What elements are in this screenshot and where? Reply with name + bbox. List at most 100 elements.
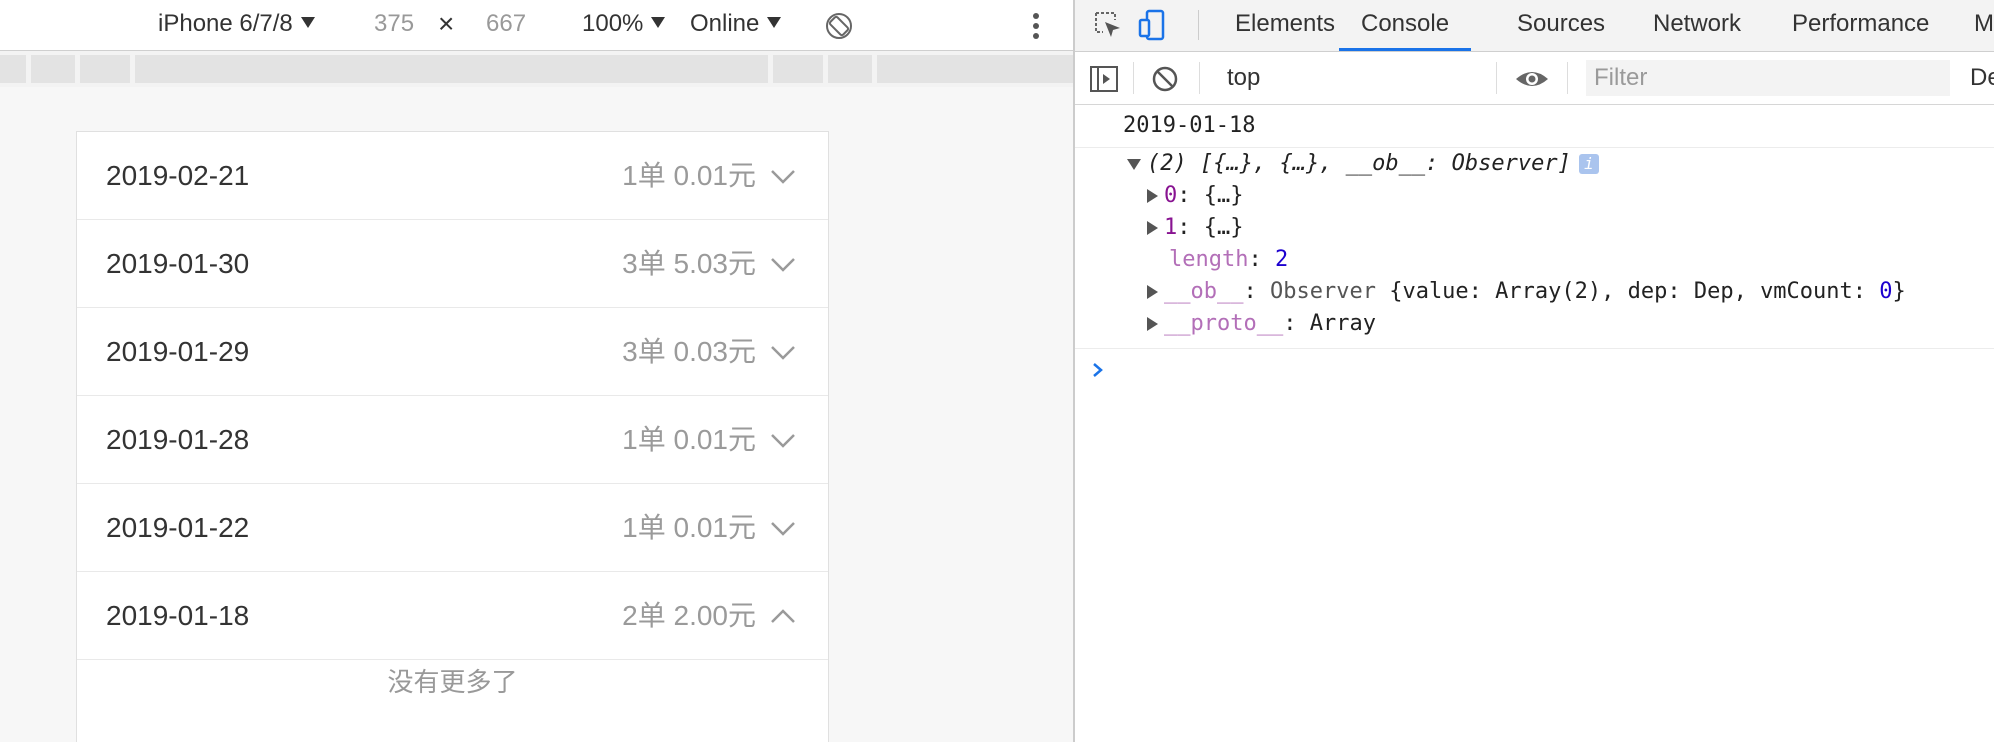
- eye-icon[interactable]: [1514, 64, 1550, 94]
- filter-input[interactable]: [1586, 60, 1950, 96]
- proto-property[interactable]: __proto__: Array: [1147, 308, 1376, 340]
- order-row[interactable]: 2019-01-22 1单 0.01元: [77, 484, 828, 572]
- device-name-label: iPhone 6/7/8: [158, 10, 293, 37]
- toolbar-separator: [1567, 62, 1568, 94]
- media-query-segment[interactable]: [877, 55, 1073, 83]
- property-key: 1: [1164, 215, 1178, 240]
- property-value-end: }: [1892, 279, 1906, 304]
- toolbar-separator: [1496, 62, 1497, 94]
- chevron-up-icon[interactable]: [770, 603, 796, 629]
- media-query-segment[interactable]: [135, 55, 768, 83]
- property-key: __ob__: [1164, 279, 1244, 304]
- order-row[interactable]: 2019-01-29 3单 0.03元: [77, 308, 828, 396]
- order-summary: 1单 0.01元: [622, 424, 756, 455]
- chevron-down-icon[interactable]: [770, 339, 796, 365]
- console-prompt[interactable]: [1075, 353, 1994, 389]
- collapsed-triangle-icon: [1147, 317, 1158, 331]
- order-date: 2019-01-18: [106, 600, 250, 631]
- devtools-tab-bar: Elements Console Sources Network Perform…: [1075, 0, 1994, 52]
- order-summary: 3单 0.03元: [622, 336, 756, 367]
- order-row[interactable]: 2019-01-28 1单 0.01元: [77, 396, 828, 484]
- no-more-text: 没有更多了: [387, 667, 518, 697]
- media-query-segment[interactable]: [773, 55, 823, 83]
- chevron-down-icon[interactable]: [770, 515, 796, 541]
- zoom-select[interactable]: 100%: [582, 0, 666, 50]
- length-property: length: 2: [1169, 247, 1289, 272]
- console-log-entry: 2019-01-18: [1075, 105, 1994, 148]
- console-toolbar: top Def: [1075, 52, 1994, 105]
- order-date: 2019-01-30: [106, 248, 250, 279]
- console-output: 2019-01-18 (2) [{…}, {…}, __ob__: Observ…: [1075, 105, 1994, 742]
- vmcount-value: 0: [1879, 279, 1893, 304]
- dimension-times-symbol: ×: [438, 8, 455, 39]
- toolbar-separator: [1133, 62, 1134, 94]
- caret-down-icon: [767, 17, 782, 29]
- collapsed-triangle-icon: [1147, 189, 1158, 203]
- device-toggle-icon[interactable]: [1137, 8, 1171, 42]
- chevron-down-icon[interactable]: [770, 163, 796, 189]
- console-log-entry: (2) [{…}, {…}, __ob__: Observer] i 0: {…}…: [1075, 148, 1994, 349]
- order-date: 2019-01-28: [106, 424, 250, 455]
- property-value: Array: [1309, 311, 1376, 336]
- array-expander[interactable]: (2) [{…}, {…}, __ob__: Observer] i: [1127, 148, 1599, 180]
- order-date: 2019-01-22: [106, 512, 250, 543]
- property-type: Observer: [1269, 279, 1376, 304]
- property-value: 2: [1274, 247, 1289, 272]
- width-input[interactable]: 375: [374, 0, 414, 50]
- chevron-down-icon[interactable]: [770, 251, 796, 277]
- devtools-panel: Elements Console Sources Network Perform…: [1075, 0, 1994, 742]
- media-query-segment[interactable]: [0, 55, 26, 83]
- tab-memory-truncated[interactable]: M: [1974, 0, 1994, 51]
- info-icon[interactable]: i: [1578, 154, 1599, 174]
- array-item-1[interactable]: 1: {…}: [1147, 212, 1244, 244]
- property-value: {…}: [1203, 183, 1244, 208]
- tab-elements[interactable]: Elements: [1235, 0, 1335, 51]
- toolbar-separator: [1199, 62, 1200, 94]
- context-select[interactable]: top: [1217, 52, 1557, 104]
- order-list: 2019-02-21 1单 0.01元 2019-01-30 3单 5.03元 2019…: [77, 132, 828, 660]
- chevron-down-icon[interactable]: [770, 427, 796, 453]
- toolbar-separator: [1198, 10, 1199, 40]
- property-key: __proto__: [1164, 311, 1284, 336]
- tab-sources[interactable]: Sources: [1517, 0, 1605, 51]
- media-query-segment[interactable]: [31, 55, 75, 83]
- property-key: 0: [1164, 183, 1178, 208]
- order-row[interactable]: 2019-01-18 2单 2.00元: [77, 572, 828, 660]
- caret-down-icon: [300, 17, 315, 29]
- collapsed-triangle-icon: [1147, 221, 1158, 235]
- device-toolbar: iPhone 6/7/8 375 × 667 100% Online: [0, 0, 1073, 51]
- height-input[interactable]: 667: [486, 0, 526, 50]
- order-summary: 1单 0.01元: [622, 512, 756, 543]
- phone-page: 2019-02-21 1单 0.01元 2019-01-30 3单 5.03元 2019…: [76, 131, 829, 742]
- order-summary: 3单 5.03元: [622, 248, 756, 279]
- media-query-segment[interactable]: [80, 55, 130, 83]
- tab-network[interactable]: Network: [1653, 0, 1741, 51]
- order-summary: 2单 2.00元: [622, 600, 756, 631]
- device-select[interactable]: iPhone 6/7/8: [158, 0, 315, 50]
- order-date: 2019-01-29: [106, 336, 250, 367]
- array-summary: (2) [{…}, {…}, __ob__: Observer]: [1147, 151, 1571, 176]
- throttle-select[interactable]: Online: [690, 0, 782, 50]
- collapsed-triangle-icon: [1147, 285, 1158, 299]
- order-row[interactable]: 2019-01-30 3单 5.03元: [77, 220, 828, 308]
- throttle-label: Online: [690, 10, 760, 37]
- more-vertical-icon[interactable]: [1030, 10, 1042, 40]
- order-row[interactable]: 2019-02-21 1单 0.01元: [77, 132, 828, 220]
- context-label: top: [1227, 64, 1261, 91]
- tab-performance[interactable]: Performance: [1792, 0, 1929, 51]
- order-summary: 1单 0.01元: [622, 160, 756, 191]
- caret-down-icon: [651, 17, 666, 29]
- log-levels-select[interactable]: Def: [1970, 52, 1994, 104]
- clear-console-icon[interactable]: [1150, 64, 1180, 94]
- rotate-icon[interactable]: [824, 10, 854, 40]
- zoom-label: 100%: [582, 10, 644, 37]
- tab-console[interactable]: Console: [1339, 0, 1472, 51]
- expanded-triangle-icon: [1127, 158, 1141, 170]
- array-item-0[interactable]: 0: {…}: [1147, 180, 1244, 212]
- ob-property[interactable]: __ob__: Observer {value: Array(2), dep: …: [1147, 276, 1906, 308]
- inspect-element-icon[interactable]: [1091, 8, 1125, 42]
- property-key: length: [1169, 247, 1249, 272]
- console-sidebar-toggle-icon[interactable]: [1089, 64, 1119, 94]
- media-query-segment[interactable]: [828, 55, 872, 83]
- property-value: {value: Array(2), dep: Dep, vmCount:: [1389, 279, 1880, 304]
